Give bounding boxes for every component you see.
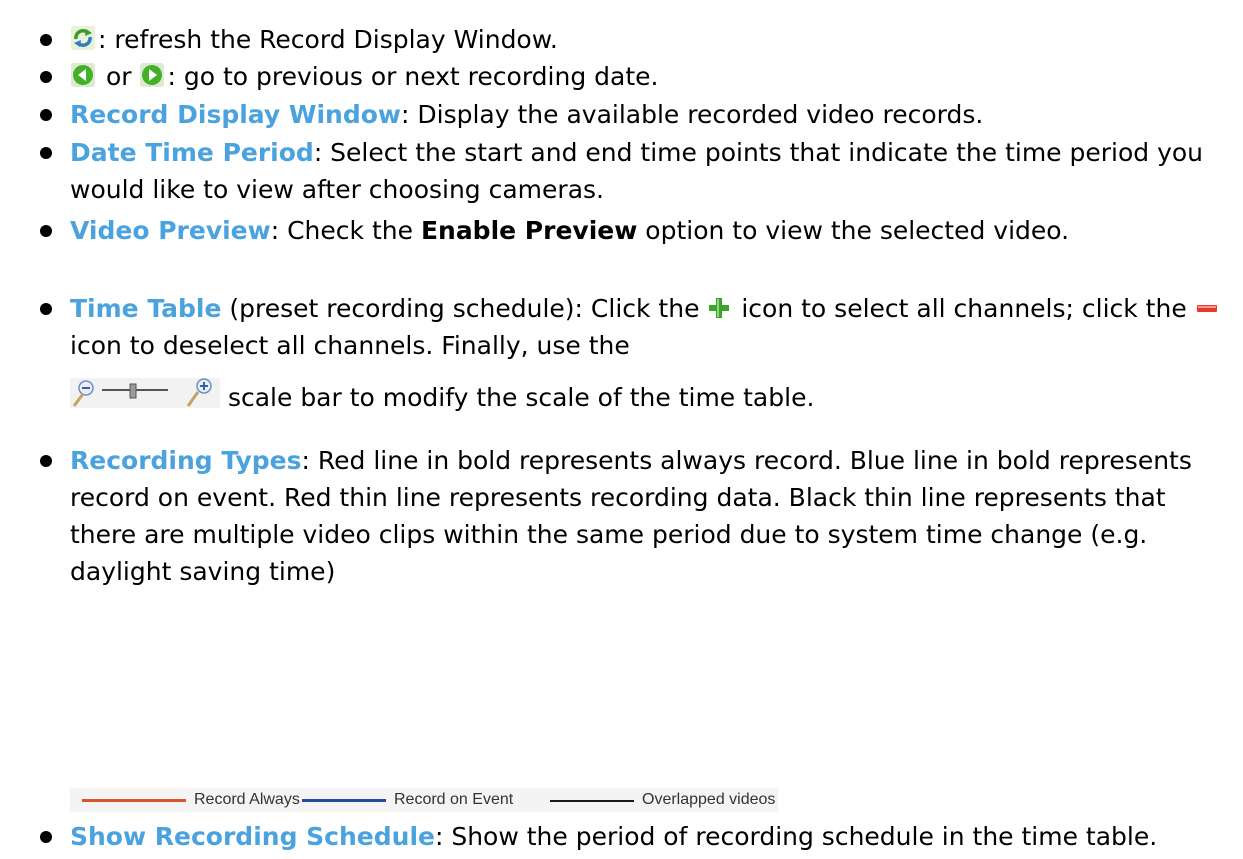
item-text: : Show the period of recording schedule … bbox=[434, 822, 1158, 851]
bullet bbox=[40, 71, 52, 83]
item-text: (preset recording schedule): Click the bbox=[221, 294, 708, 323]
bullet bbox=[40, 225, 52, 237]
bullet bbox=[40, 455, 52, 467]
legend-overlapped-videos: Overlapped videos bbox=[540, 788, 778, 812]
refresh-icon bbox=[70, 25, 96, 51]
item-text: scale bar to modify the scale of the tim… bbox=[220, 382, 815, 412]
legend-record-always: Record Always bbox=[70, 788, 306, 812]
minus-icon bbox=[1195, 296, 1219, 320]
legend-line-red bbox=[82, 799, 186, 802]
bullet bbox=[40, 303, 52, 315]
plus-icon bbox=[707, 296, 731, 320]
list-item-date-time-period: Date Time Period: Select the start and e… bbox=[40, 134, 1230, 208]
item-text: icon to select all channels; click the bbox=[733, 294, 1195, 323]
term-label: Video Preview bbox=[70, 216, 271, 245]
legend-label: Record on Event bbox=[394, 791, 514, 808]
enable-preview-label: Enable Preview bbox=[420, 216, 638, 245]
next-date-icon bbox=[139, 62, 165, 88]
bullet bbox=[40, 109, 52, 121]
legend-label: Overlapped videos bbox=[642, 791, 776, 808]
item-text: : go to previous or next recording date. bbox=[167, 62, 659, 91]
list-item-prev-next: or : go to previous or next recording da… bbox=[40, 58, 1230, 95]
item-text: : Display the available recorded video r… bbox=[401, 100, 984, 129]
previous-date-icon bbox=[70, 62, 96, 88]
recording-type-legend: Record Always Record on Event Overlapped… bbox=[70, 788, 778, 812]
list-item-video-preview: Video Preview: Check the Enable Preview … bbox=[40, 212, 1230, 249]
term-label: Show Recording Schedule bbox=[70, 822, 435, 851]
legend-line-black bbox=[550, 800, 634, 802]
legend-record-on-event: Record on Event bbox=[302, 788, 542, 812]
list-item-show-recording-schedule: Show Recording Schedule: Show the period… bbox=[40, 818, 1230, 855]
list-item-time-table: Time Table (preset recording schedule): … bbox=[40, 290, 1230, 426]
zoom-scale-bar bbox=[70, 374, 220, 420]
bullet bbox=[40, 34, 52, 46]
term-label: Record Display Window bbox=[70, 100, 402, 129]
list-item-refresh: : refresh the Record Display Window. bbox=[40, 21, 1230, 58]
item-text: option to view the selected video. bbox=[637, 216, 1070, 245]
item-text: : refresh the Record Display Window. bbox=[98, 25, 558, 54]
bullet bbox=[40, 147, 52, 159]
item-text: : Check the bbox=[270, 216, 421, 245]
bullet bbox=[40, 831, 52, 843]
term-label: Date Time Period bbox=[70, 138, 314, 167]
or-text: or bbox=[98, 62, 140, 91]
legend-line-blue bbox=[302, 799, 386, 802]
legend-label: Record Always bbox=[194, 791, 300, 808]
term-label: Time Table bbox=[70, 294, 222, 323]
term-label: Recording Types bbox=[70, 446, 302, 475]
list-item-record-display-window: Record Display Window: Display the avail… bbox=[40, 96, 1230, 133]
list-item-recording-types: Recording Types: Red line in bold repres… bbox=[40, 442, 1230, 590]
